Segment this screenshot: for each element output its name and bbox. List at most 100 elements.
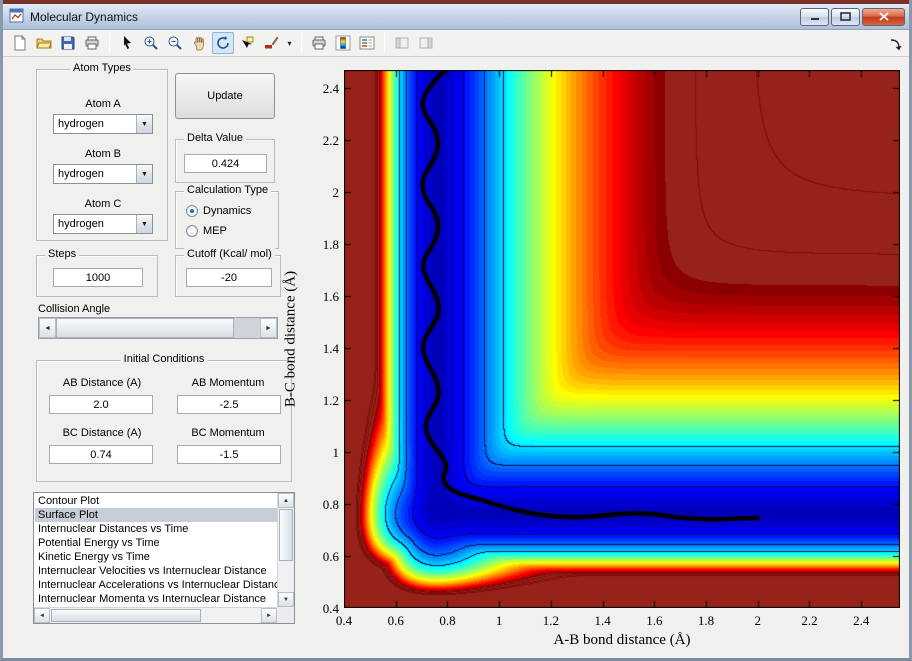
ab-distance-field[interactable] [49,395,153,414]
radio-icon[interactable] [186,225,198,237]
new-figure-icon[interactable] [9,32,31,54]
calculation-type-title: Calculation Type [184,184,272,196]
initial-conditions-panel: Initial Conditions AB Distance (A) AB Mo… [36,353,292,482]
x-tick-label: 1 [495,613,503,628]
chevron-down-icon[interactable]: ▼ [136,215,152,233]
radio-label: Dynamics [203,205,252,217]
toolbar-separator [301,33,302,53]
horizontal-scroll-thumb[interactable] [51,609,201,622]
minimize-button[interactable] [800,7,829,26]
x-tick-label: 1.6 [646,613,663,628]
pointer-icon[interactable] [116,32,138,54]
list-item[interactable]: Internuclear Distances vs Time [35,522,277,536]
vertical-scroll-thumb[interactable] [279,509,293,561]
scroll-left-icon[interactable]: ◄ [34,608,50,623]
slider-track[interactable] [234,318,260,338]
insert-legend-icon[interactable] [356,32,378,54]
scroll-right-icon[interactable]: ► [261,608,277,623]
data-cursor-icon[interactable] [236,32,258,54]
x-tick-label: 0.8 [439,613,456,628]
atom-a-dropdown[interactable]: hydrogen ▼ [53,114,153,134]
chevron-down-icon[interactable]: ▼ [136,115,152,133]
y-tick-label: 2.4 [322,81,339,97]
list-item[interactable]: Internuclear Momenta vs Internuclear Dis… [35,592,277,606]
scroll-up-icon[interactable]: ▲ [278,493,294,508]
open-file-icon[interactable] [33,32,55,54]
pan-icon[interactable] [188,32,210,54]
atom-b-value: hydrogen [58,168,104,180]
x-tick-label: 1.2 [542,613,559,628]
bc-momentum-field[interactable] [177,445,281,464]
y-tick-label: 1.2 [322,393,339,409]
print-figure-icon[interactable] [81,32,103,54]
list-item[interactable]: Contour Plot [35,494,277,508]
delta-value-panel: Delta Value [175,132,275,183]
rotate-3d-icon[interactable] [212,32,234,54]
atom-a-label: Atom A [85,98,121,110]
toolbar: ▾ [3,30,909,57]
slider-thumb[interactable] [56,318,234,338]
steps-title: Steps [45,248,80,260]
y-tick-label: 0.4 [322,601,339,616]
toolbar-separator [109,33,110,53]
radio-label: MEP [203,225,227,237]
hide-plot-tools-icon[interactable] [415,32,437,54]
close-button[interactable] [862,7,905,26]
brush-icon[interactable] [260,32,282,54]
print-icon[interactable] [308,32,330,54]
zoom-in-icon[interactable] [140,32,162,54]
initial-conditions-title: Initial Conditions [120,353,208,365]
collision-angle-slider[interactable]: ◄ ► [38,317,278,339]
steps-field[interactable] [53,268,143,287]
x-tick-label: 2.4 [853,613,870,628]
atom-c-value: hydrogen [58,218,104,230]
figure-area: Atom Types Atom A hydrogen ▼ Atom B hydr… [3,57,909,658]
y-tick-label: 2.2 [322,133,339,149]
radio-icon[interactable] [186,205,198,217]
vertical-scrollbar[interactable]: ▲ ▼ [277,493,294,607]
slider-left-arrow-icon[interactable]: ◄ [39,318,56,338]
brush-menu-caret-icon[interactable]: ▾ [284,32,295,54]
cutoff-panel: Cutoff (Kcal/ mol) [175,248,281,297]
bc-distance-field[interactable] [49,445,153,464]
save-figure-icon[interactable] [57,32,79,54]
list-item[interactable]: Internuclear Accelerations vs Internucle… [35,578,277,592]
list-item[interactable]: Kinetic Energy vs Time [35,550,277,564]
maximize-button[interactable] [831,7,860,26]
horizontal-scrollbar[interactable]: ◄ ► [34,607,277,623]
dock-figure-arrow-icon[interactable] [888,37,904,53]
scroll-down-icon[interactable]: ▼ [278,592,294,607]
x-tick-label: 2.2 [801,613,818,628]
plot-type-list[interactable]: Contour Plot Surface Plot Internuclear Dis… [33,492,295,624]
bc-distance-label: BC Distance (A) [62,427,142,439]
list-item[interactable]: Internuclear Velocities vs Internuclear … [35,564,277,578]
plot-type-list-items: Contour Plot Surface Plot Internuclear Dis… [35,494,277,606]
update-button[interactable]: Update [175,73,275,119]
list-item[interactable]: Surface Plot [35,508,277,522]
y-tick-label: 1.8 [322,237,339,253]
insert-colorbar-icon[interactable] [332,32,354,54]
collision-angle-label: Collision Angle [38,303,111,315]
ab-momentum-field[interactable] [177,395,281,414]
y-axis-label: B-C bond distance (Å) [282,270,299,408]
show-plot-tools-icon[interactable] [391,32,413,54]
scrollbar-corner [277,607,294,623]
chevron-down-icon[interactable]: ▼ [136,165,152,183]
y-tick-label: 2 [332,185,340,201]
delta-value-title: Delta Value [184,132,247,144]
titlebar[interactable]: Molecular Dynamics [3,4,909,30]
zoom-out-icon[interactable] [164,32,186,54]
calc-radio[interactable]: MEP [186,225,227,237]
cutoff-field[interactable] [186,268,272,287]
atom-a-value: hydrogen [58,118,104,130]
delta-value-field[interactable] [184,154,267,173]
slider-right-arrow-icon[interactable]: ► [260,318,277,338]
pes-plot-canvas[interactable] [344,70,900,608]
atom-b-label: Atom B [84,148,122,160]
list-item[interactable]: Potential Energy vs Time [35,536,277,550]
window-title: Molecular Dynamics [30,9,139,24]
calc-radio[interactable]: Dynamics [186,205,251,217]
y-tick-label: 1.4 [322,341,339,357]
atom-b-dropdown[interactable]: hydrogen ▼ [53,164,153,184]
atom-c-dropdown[interactable]: hydrogen ▼ [53,214,153,234]
